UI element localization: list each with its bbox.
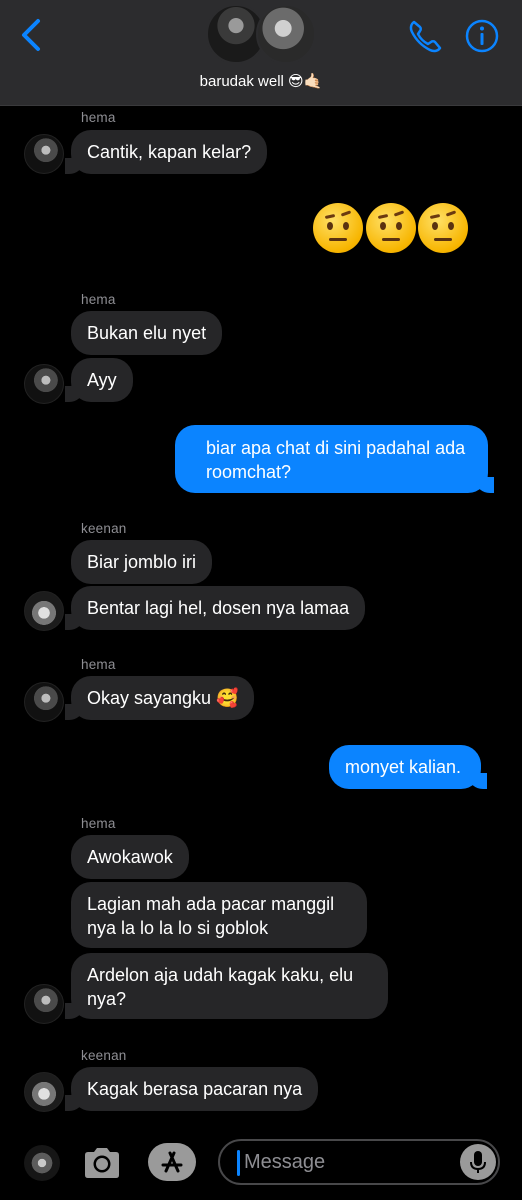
group-avatars[interactable]: [206, 4, 316, 64]
message-text: Lagian mah ada pacar manggil nya la lo l…: [87, 894, 335, 938]
conversation-header: barudak well 😎🤙🏻: [0, 0, 522, 106]
back-button[interactable]: [18, 18, 48, 52]
message-bubble[interactable]: Bukan elu nyet: [71, 311, 223, 355]
microphone-icon: [470, 1151, 486, 1173]
group-name[interactable]: barudak well 😎🤙🏻: [0, 72, 522, 90]
sender-name: keenan: [81, 1048, 127, 1063]
avatar: [256, 4, 316, 64]
message-bubble[interactable]: Biar jomblo iri: [71, 540, 213, 584]
microphone-button[interactable]: [460, 1144, 496, 1180]
avatar[interactable]: [24, 682, 64, 722]
message-bubble[interactable]: Okay sayangku 🥰: [64, 676, 255, 720]
camera-icon: [85, 1148, 119, 1178]
info-icon: [465, 19, 499, 53]
call-button[interactable]: [406, 18, 444, 56]
avatar[interactable]: [24, 1145, 60, 1181]
message-bubble-outgoing[interactable]: biar apa chat di sini padahal ada roomch…: [175, 425, 494, 493]
sender-name: keenan: [81, 521, 127, 536]
avatar[interactable]: [24, 984, 64, 1024]
message-text: Ardelon aja udah kagak kaku, elu nya?: [87, 965, 354, 1009]
message-bubble[interactable]: Ardelon aja udah kagak kaku, elu nya?: [65, 953, 388, 1019]
avatar[interactable]: [24, 1072, 64, 1112]
message-input[interactable]: Message: [218, 1139, 500, 1185]
info-button[interactable]: [464, 18, 500, 54]
sender-name: hema: [81, 110, 116, 125]
camera-button[interactable]: [82, 1146, 122, 1180]
message-text: biar apa chat di sini padahal ada roomch…: [206, 438, 466, 482]
chevron-left-icon: [22, 19, 40, 51]
sender-name: hema: [81, 657, 116, 672]
app-store-icon: [161, 1151, 183, 1173]
raised-eyebrow-emoji: [366, 203, 416, 253]
message-bubble[interactable]: Bentar lagi hel, dosen nya lamaa: [64, 586, 366, 630]
raised-eyebrow-emoji: [418, 203, 468, 253]
message-bubble[interactable]: Cantik, kapan kelar?: [64, 130, 268, 174]
sender-name: hema: [81, 816, 116, 831]
avatar[interactable]: [24, 364, 64, 404]
message-bubble[interactable]: Ayy: [65, 358, 133, 402]
message-bubble-outgoing[interactable]: monyet kalian.: [329, 745, 488, 789]
sender-name: hema: [81, 292, 116, 307]
raised-eyebrow-emoji: [313, 203, 363, 253]
app-store-button[interactable]: [148, 1143, 196, 1181]
text-cursor: [237, 1150, 240, 1176]
message-bubble[interactable]: Lagian mah ada pacar manggil nya la lo l…: [71, 882, 367, 948]
avatar[interactable]: [24, 134, 64, 174]
avatar[interactable]: [24, 591, 64, 631]
phone-icon: [409, 20, 442, 53]
message-bubble[interactable]: Kagak berasa pacaran nya: [64, 1067, 319, 1111]
message-bubble[interactable]: Awokawok: [71, 835, 189, 879]
